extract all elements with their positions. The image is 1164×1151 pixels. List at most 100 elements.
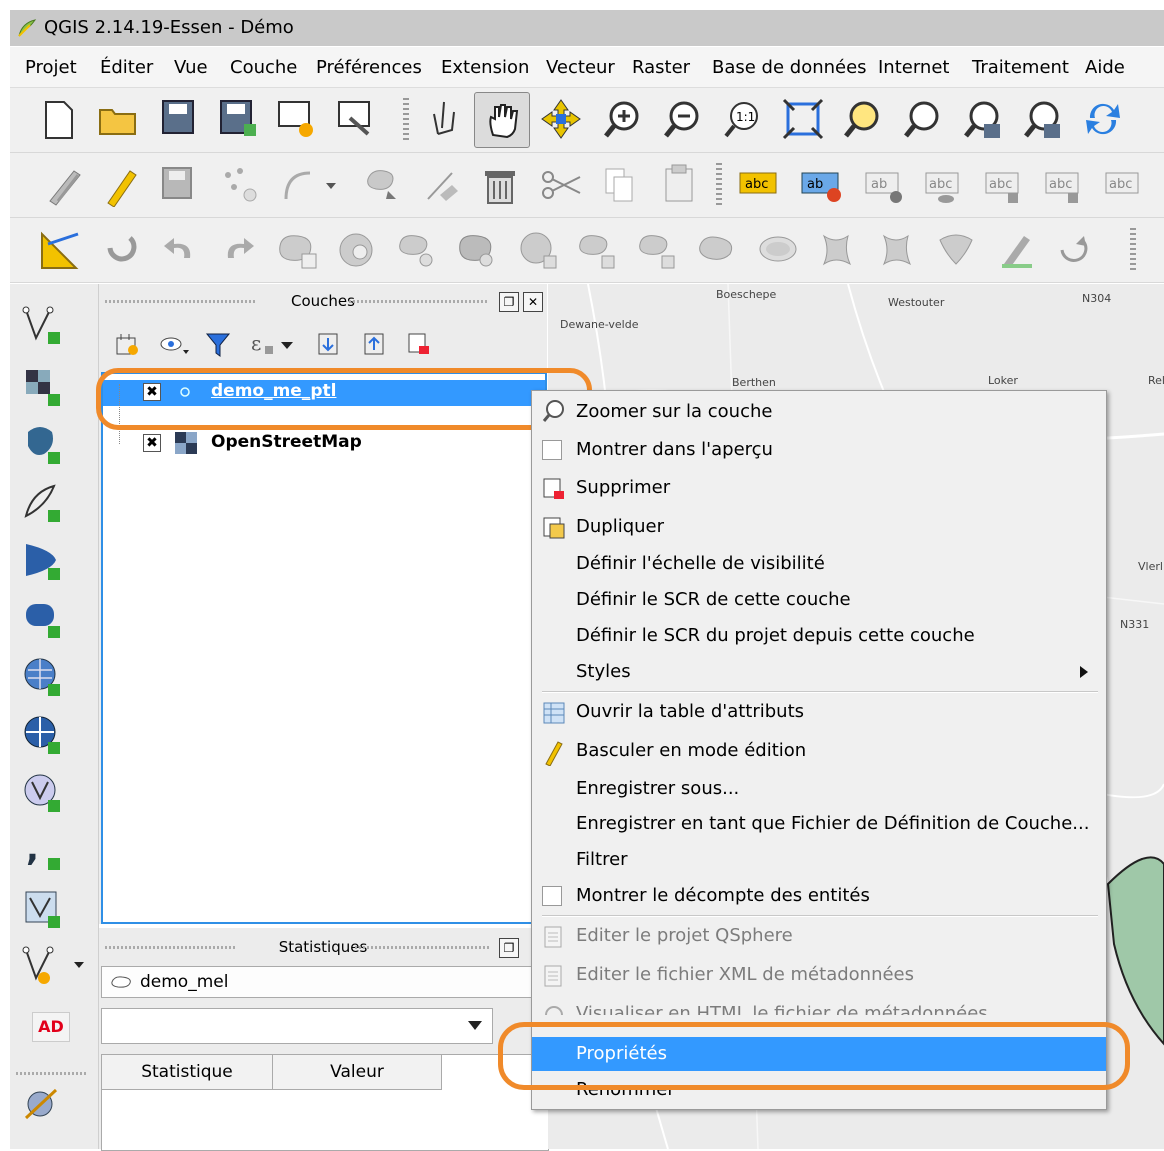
float-panel-icon[interactable]: ❐ [499,938,519,958]
zoom-to-selection-icon[interactable] [842,98,884,140]
new-print-composer-icon[interactable] [276,98,316,140]
menu-item-show-in-overview[interactable]: Montrer dans l'aperçu [532,433,1106,467]
fill-ring-icon[interactable] [456,230,500,270]
add-vector-layer-icon[interactable] [22,304,62,348]
menu-vecteur[interactable]: Vecteur [546,57,615,78]
menu-couche[interactable]: Couche [230,57,297,78]
simplify-feature-icon[interactable] [276,230,320,270]
save-project-icon[interactable] [160,98,196,136]
touch-zoom-pan-icon[interactable] [424,98,464,140]
layer-tree[interactable]: ✖ demo_me_ptl ✖ demo_mel ✖ OpenStreetMap [101,372,547,924]
menu-extension[interactable]: Extension [441,57,529,78]
filter-by-expression-icon[interactable]: ε [249,330,301,358]
copy-features-icon[interactable] [602,165,636,205]
undo-icon[interactable] [162,232,198,266]
remove-layer-icon[interactable] [407,332,433,358]
show-hide-labels-icon[interactable]: ab [862,167,908,207]
add-point-icon[interactable] [220,165,260,205]
menu-item-open-attribute-table[interactable]: Ouvrir la table d'attributs [532,695,1106,729]
checkbox-icon[interactable] [542,440,562,460]
statistics-panel-header[interactable]: Statistiques ❐ [99,932,547,962]
zoom-full-icon[interactable] [782,98,824,140]
new-project-icon[interactable] [42,100,76,140]
menu-item-save-as[interactable]: Enregistrer sous... [532,772,1106,806]
layers-panel-header[interactable]: Couches ❐ ✕ [99,286,547,316]
menu-raster[interactable]: Raster [632,57,690,78]
manage-visibility-icon[interactable] [159,334,189,358]
field-select[interactable] [101,1008,493,1044]
refresh-icon[interactable] [1082,98,1124,140]
menu-item-duplicate[interactable]: Dupliquer [532,510,1106,544]
add-raster-layer-icon[interactable] [22,366,62,410]
expand-all-icon[interactable] [317,332,343,358]
menu-traitement[interactable]: Traitement [972,57,1069,78]
statistics-table[interactable]: Statistique Valeur [101,1054,549,1151]
ad-plugin-button[interactable]: AD [32,1012,70,1042]
open-project-icon[interactable] [98,102,138,136]
toggle-editing-icon[interactable] [102,165,138,207]
label-tool-icon[interactable]: abc [736,167,780,203]
add-circular-string-icon[interactable] [280,165,336,205]
save-as-project-icon[interactable] [218,98,258,138]
zoom-native-resolution-icon[interactable]: 1:1 [722,98,764,140]
change-label-icon[interactable]: abc [1102,167,1148,207]
menu-item-zoom-to-layer[interactable]: Zoomer sur la couche [532,395,1106,429]
zoom-next-icon[interactable] [1022,98,1064,140]
paste-features-icon[interactable] [662,163,696,205]
move-feature-icon[interactable] [362,165,402,205]
checkbox-icon[interactable] [542,886,562,906]
delete-selected-icon[interactable] [482,165,518,205]
rotate-label-icon[interactable]: abc [1042,167,1088,207]
menu-internet[interactable]: Internet [878,57,949,78]
add-mssql-layer-icon[interactable] [22,540,62,584]
enable-advanced-digitizing-icon[interactable] [38,228,82,272]
window-titlebar[interactable]: QGIS 2.14.19-Essen - Démo [10,10,1164,46]
collapse-all-icon[interactable] [363,332,389,358]
node-tool-icon[interactable] [422,165,462,205]
menu-aide[interactable]: Aide [1085,57,1125,78]
rotate-point-symbols-icon[interactable] [104,230,140,268]
split-features-icon[interactable] [816,230,860,270]
menu-item-show-feature-count[interactable]: Montrer le décompte des entités [532,879,1106,913]
add-group-icon[interactable] [113,330,141,358]
add-wfs-layer-icon[interactable] [22,772,62,816]
add-oracle-layer-icon[interactable] [22,598,62,642]
menu-item-set-project-crs[interactable]: Définir le SCR du projet depuis cette co… [532,619,1106,653]
filter-legend-icon[interactable] [205,332,231,358]
zoom-to-layer-icon[interactable] [902,98,944,140]
current-edits-icon[interactable] [44,165,84,207]
add-delimited-text-layer-icon[interactable]: , [22,830,62,874]
layer-name[interactable]: OpenStreetMap [211,432,362,452]
gps-tools-icon[interactable] [22,1084,62,1128]
zoom-last-icon[interactable] [962,98,1004,140]
close-panel-icon[interactable]: ✕ [523,292,543,312]
composer-manager-icon[interactable] [336,98,376,138]
zoom-out-icon[interactable] [662,98,704,140]
delete-ring-part-icon[interactable] [636,230,680,270]
add-spatialite-layer-icon[interactable] [22,482,62,526]
layer-visibility-checkbox[interactable]: ✖ [143,434,161,452]
redo-icon[interactable] [220,232,256,266]
pan-map-button[interactable] [474,92,530,148]
layer-select[interactable]: demo_mel [101,966,543,998]
column-header-valeur[interactable]: Valeur [273,1055,442,1090]
pin-labels-icon[interactable]: ab [798,167,844,207]
menu-base-de-donnees[interactable]: Base de données [712,57,867,78]
menu-item-filter[interactable]: Filtrer [532,843,1106,877]
menu-preferences[interactable]: Préférences [316,57,422,78]
menu-item-remove[interactable]: Supprimer [532,471,1106,505]
menu-item-styles[interactable]: Styles [532,655,1106,689]
add-virtual-layer-icon[interactable] [22,888,62,932]
menu-item-toggle-editing[interactable]: Basculer en mode édition [532,734,1106,768]
menu-item-view-metadata-html[interactable]: Visualiser en HTML le fichier de métadon… [532,997,1106,1015]
add-wcs-layer-icon[interactable] [22,714,62,758]
menu-item-edit-qsphere-project[interactable]: Editer le projet QSphere [532,919,1106,953]
add-ring-icon[interactable] [336,230,380,270]
menu-editer[interactable]: Éditer [100,57,153,78]
menu-item-set-layer-crs[interactable]: Définir le SCR de cette couche [532,583,1106,617]
menu-vue[interactable]: Vue [174,57,208,78]
menu-item-set-scale-visibility[interactable]: Définir l'échelle de visibilité [532,547,1106,581]
add-part-icon[interactable] [396,230,440,270]
delete-part-icon[interactable] [576,230,620,270]
label-visibility-icon[interactable]: abc [922,167,968,207]
